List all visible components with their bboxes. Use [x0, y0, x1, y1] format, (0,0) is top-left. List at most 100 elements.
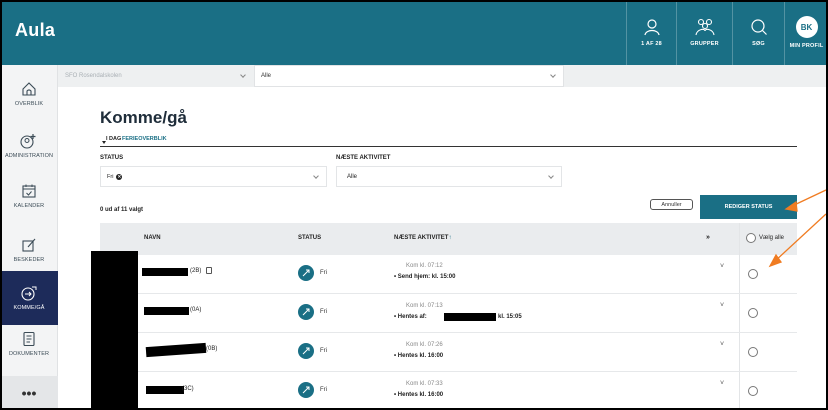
active-tab-marker — [102, 141, 106, 144]
redacted-name — [144, 307, 189, 315]
sidebar: OVERBLIK ADMINISTRATION KALENDER BESKEDE… — [0, 65, 58, 410]
chevron-down-icon[interactable]: ˅ — [720, 263, 724, 270]
status-chip[interactable]: Fri ✕ — [107, 173, 123, 180]
arrival-time: Kom kl. 07:13 — [406, 303, 443, 309]
come-go-icon — [21, 286, 37, 301]
status-fri-icon — [298, 382, 314, 398]
sidebar-item-komme-ga[interactable]: KOMME/GÅ — [0, 271, 58, 325]
top-bar: Aula 1 AF 28 GRUPPER SØG BK MIN PROFIL — [0, 0, 828, 65]
child-class: (0A) — [190, 307, 202, 313]
sidebar-item-kalender[interactable]: KALENDER — [0, 183, 58, 209]
child-class: (3C) — [182, 386, 194, 392]
chevron-down-icon — [550, 72, 556, 78]
document-icon — [23, 331, 35, 347]
collapse-all-icon[interactable]: » — [706, 234, 710, 241]
sidebar-item-dokumenter[interactable]: DOKUMENTER — [0, 331, 58, 357]
status-text: Fri — [320, 270, 327, 276]
note-icon[interactable] — [206, 267, 212, 274]
group-select[interactable]: Alle — [254, 65, 564, 87]
edit-status-button[interactable]: REDIGER STATUS — [700, 195, 797, 219]
chevron-down-icon[interactable]: ˅ — [720, 302, 724, 309]
header-next-activity[interactable]: NÆSTE AKTIVITET↑ — [394, 235, 451, 241]
tab-ferieoverblik[interactable]: FERIEOVERBLIK — [122, 136, 167, 142]
status-text: Fri — [320, 309, 327, 315]
status-text: Fri — [320, 348, 327, 354]
chevron-down-icon — [240, 72, 246, 78]
next-activity-value: Alle — [347, 173, 358, 180]
redaction-block — [91, 251, 138, 410]
next-activity-text: • Hentes kl. 16:00 — [394, 353, 444, 359]
home-icon — [22, 82, 36, 96]
next-activity-label: NÆSTE AKTIVITET — [336, 155, 391, 161]
person-icon — [643, 19, 660, 36]
tab-i-dag[interactable]: I DAG — [106, 136, 121, 142]
sidebar-item-administration[interactable]: ADMINISTRATION — [0, 133, 58, 159]
more-menu-button[interactable]: ••• — [0, 376, 58, 410]
close-icon[interactable]: ✕ — [116, 173, 123, 180]
selected-count: 0 ud af 11 valgt — [100, 207, 144, 213]
sort-arrow-icon: ↑ — [448, 235, 452, 241]
header-name[interactable]: NAVN — [144, 235, 161, 241]
status-label: STATUS — [100, 155, 124, 161]
arrival-time: Kom kl. 07:33 — [406, 381, 443, 387]
table-row[interactable]: (0A) Fri Kom kl. 07:13 • Hentes af: kl. … — [100, 294, 797, 333]
topbar-label: 1 AF 28 — [641, 41, 662, 47]
header-status[interactable]: STATUS — [298, 235, 321, 241]
group-value: Alle — [261, 73, 272, 79]
next-activity-select[interactable]: Alle — [336, 166, 562, 187]
row-select-radio[interactable] — [748, 308, 758, 318]
sidebar-item-label: KALENDER — [13, 203, 45, 209]
aula-logo[interactable]: Aula — [15, 20, 55, 41]
calendar-icon — [22, 184, 36, 198]
sidebar-item-overblik[interactable]: OVERBLIK — [0, 81, 58, 107]
table-header: NAVN STATUS NÆSTE AKTIVITET↑ » Vælg alle — [100, 223, 797, 255]
sidebar-item-label: BESKEDER — [13, 257, 45, 263]
arrival-time: Kom kl. 07:26 — [406, 342, 443, 348]
chevron-down-icon — [313, 173, 319, 179]
row-select-radio[interactable] — [748, 347, 758, 357]
sidebar-item-label: ADMINISTRATION — [4, 153, 54, 159]
row-select-radio[interactable] — [748, 386, 758, 396]
redacted-name — [145, 342, 207, 358]
next-activity-text: • Hentes kl. 16:00 — [394, 392, 444, 398]
chevron-down-icon[interactable]: ˅ — [720, 380, 724, 387]
sidebar-item-label: KOMME/GÅ — [13, 305, 45, 311]
status-chip-label: Fri — [107, 173, 114, 180]
sidebar-item-beskeder[interactable]: BESKEDER — [0, 237, 58, 263]
select-all[interactable]: Vælg alle — [746, 233, 784, 243]
status-fri-icon — [298, 265, 314, 281]
topbar-item-search[interactable]: SØG — [732, 0, 784, 65]
topbar-item-groups[interactable]: GRUPPER — [676, 0, 732, 65]
chevron-down-icon[interactable]: ˅ — [720, 341, 724, 348]
groups-icon — [694, 18, 715, 36]
pickup-time: kl. 15:05 — [498, 314, 522, 320]
child-class: (2B) — [190, 268, 202, 274]
topbar-label: GRUPPER — [690, 41, 719, 47]
select-all-radio[interactable] — [746, 233, 756, 243]
topbar-label: MIN PROFIL — [789, 43, 824, 49]
row-select-radio[interactable] — [748, 269, 758, 279]
institution-value: SFO Rosendalskolen — [65, 73, 122, 79]
status-fri-icon — [298, 304, 314, 320]
sidebar-item-label: OVERBLIK — [14, 101, 44, 107]
redacted-pickup-name — [444, 313, 496, 321]
status-select[interactable]: Fri ✕ — [100, 166, 327, 187]
topbar-label: SØG — [752, 41, 765, 47]
redacted-name — [142, 268, 188, 276]
topbar-item-inbox[interactable]: 1 AF 28 — [626, 0, 676, 65]
table-row[interactable]: (3C) Fri Kom kl. 07:33 • Hentes kl. 16:0… — [100, 372, 797, 410]
institution-select[interactable]: SFO Rosendalskolen — [58, 65, 254, 87]
next-activity-text: • Send hjem: kl. 15:00 — [394, 274, 456, 280]
table-row[interactable]: (0B) Fri Kom kl. 07:26 • Hentes kl. 16:0… — [100, 333, 797, 372]
redacted-name — [146, 386, 184, 394]
header-next-activity-label: NÆSTE AKTIVITET — [394, 235, 449, 241]
status-text: Fri — [320, 387, 327, 393]
cancel-button[interactable]: Annuller — [650, 199, 693, 210]
child-class: (0B) — [206, 346, 218, 352]
admin-icon — [20, 134, 36, 149]
sidebar-item-label: DOKUMENTER — [8, 351, 50, 357]
topbar-item-profile[interactable]: BK MIN PROFIL — [784, 0, 828, 65]
status-fri-icon — [298, 343, 314, 359]
table-row[interactable]: (2B) Fri Kom kl. 07:12 • Send hjem: kl. … — [100, 255, 797, 294]
message-icon — [22, 238, 36, 252]
